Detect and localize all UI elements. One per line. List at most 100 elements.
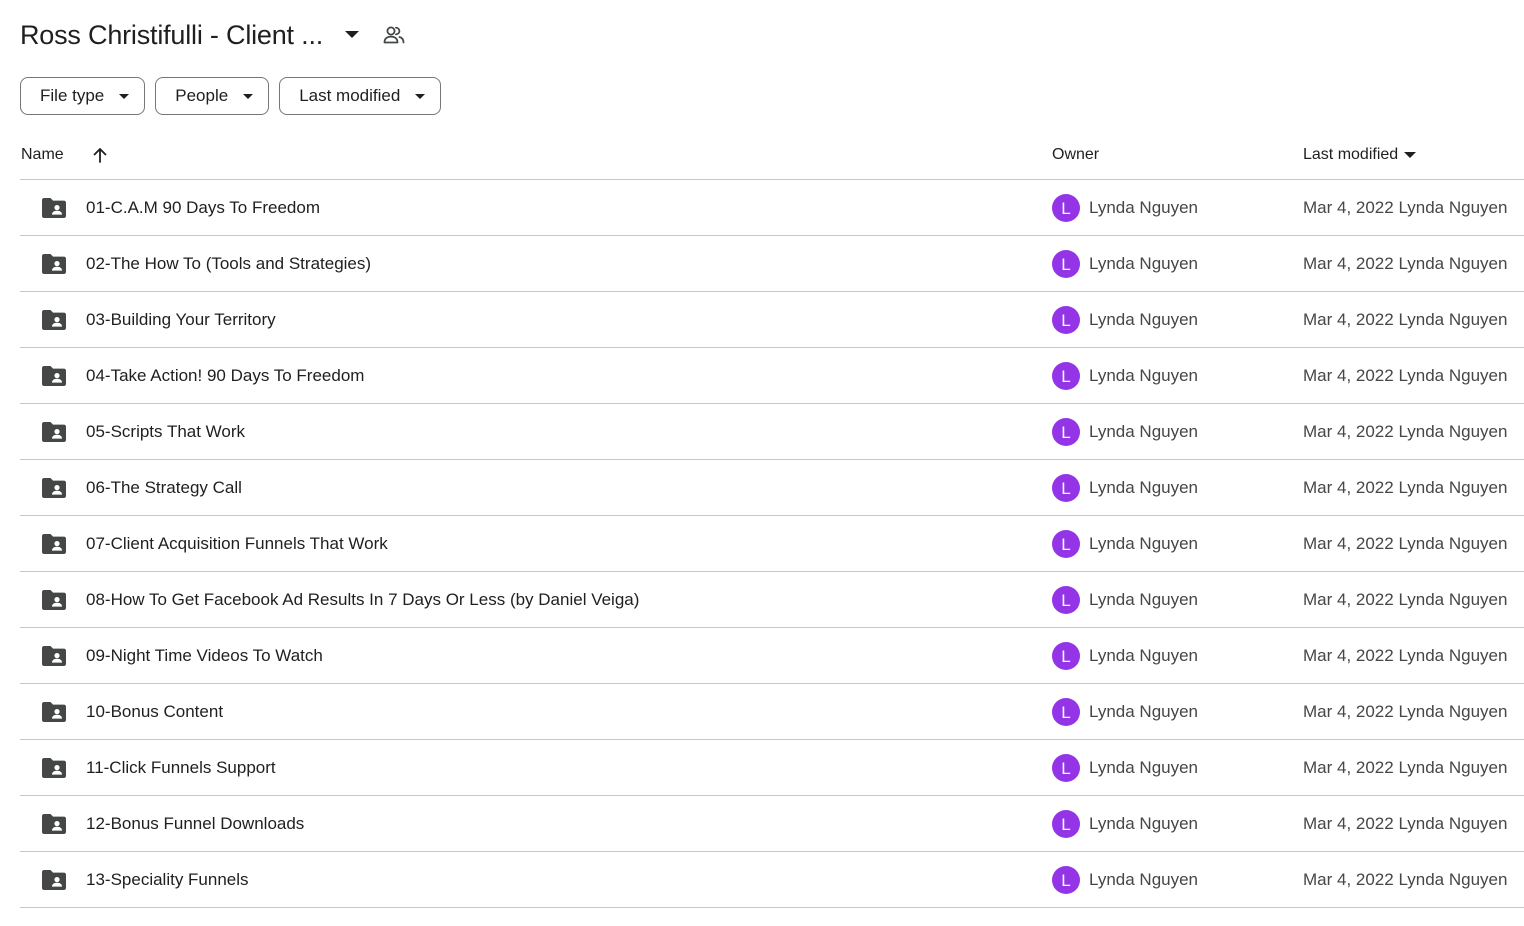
shared-folder-icon xyxy=(41,421,67,443)
folder-name: 01-C.A.M 90 Days To Freedom xyxy=(86,198,320,217)
folder-row[interactable]: 10-Bonus Content L Lynda Nguyen Mar 4, 2… xyxy=(20,684,1524,740)
last-modified-value: Mar 4, 2022 Lynda Nguyen xyxy=(1303,478,1508,497)
arrow-drop-down-icon xyxy=(1404,152,1417,158)
file-rows: 01-C.A.M 90 Days To Freedom L Lynda Nguy… xyxy=(20,180,1524,908)
last-modified-filter-label: Last modified xyxy=(299,86,401,105)
owner-name: Lynda Nguyen xyxy=(1089,646,1199,665)
avatar: L xyxy=(1052,642,1080,670)
last-modified-value: Mar 4, 2022 Lynda Nguyen xyxy=(1303,366,1508,385)
people-filter-label: People xyxy=(175,86,229,105)
folder-row[interactable]: 04-Take Action! 90 Days To Freedom L Lyn… xyxy=(20,348,1524,404)
people-filter[interactable]: People xyxy=(155,77,270,115)
folder-row[interactable]: 01-C.A.M 90 Days To Freedom L Lynda Nguy… xyxy=(20,180,1524,236)
last-modified-value: Mar 4, 2022 Lynda Nguyen xyxy=(1303,758,1508,777)
avatar: L xyxy=(1052,866,1080,894)
folder-name: 08-How To Get Facebook Ad Results In 7 D… xyxy=(86,590,640,609)
drive-folder-view: Ross Christifulli - Client ... File type… xyxy=(0,0,1524,926)
owner-name: Lynda Nguyen xyxy=(1089,422,1199,441)
name-column-header[interactable]: Name xyxy=(21,146,64,164)
folder-name: 03-Building Your Territory xyxy=(86,310,276,329)
chevron-down-icon xyxy=(242,90,254,102)
folder-row[interactable]: 02-The How To (Tools and Strategies) L L… xyxy=(20,236,1524,292)
owner-name: Lynda Nguyen xyxy=(1089,590,1199,609)
owner-name: Lynda Nguyen xyxy=(1089,198,1199,217)
folder-row[interactable]: 06-The Strategy Call L Lynda Nguyen Mar … xyxy=(20,460,1524,516)
last-modified-value: Mar 4, 2022 Lynda Nguyen xyxy=(1303,422,1508,441)
avatar: L xyxy=(1052,250,1080,278)
folder-row[interactable]: 11-Click Funnels Support L Lynda Nguyen … xyxy=(20,740,1524,796)
avatar: L xyxy=(1052,362,1080,390)
avatar: L xyxy=(1052,418,1080,446)
last-modified-value: Mar 4, 2022 Lynda Nguyen xyxy=(1303,534,1508,553)
file-list-header: Name Owner Last modified xyxy=(20,132,1524,180)
last-modified-value: Mar 4, 2022 Lynda Nguyen xyxy=(1303,814,1508,833)
last-modified-filter[interactable]: Last modified xyxy=(279,77,442,115)
shared-folder-icon xyxy=(41,645,67,667)
folder-name: 13-Speciality Funnels xyxy=(86,870,249,889)
folder-header: Ross Christifulli - Client ... xyxy=(20,14,409,56)
last-modified-column-label: Last modified xyxy=(1303,146,1399,163)
shared-folder-icon xyxy=(41,533,67,555)
shared-folder-icon xyxy=(41,869,67,891)
shared-folder-icon xyxy=(41,813,67,835)
shared-folder-icon xyxy=(41,477,67,499)
avatar: L xyxy=(1052,698,1080,726)
owner-column-header: Owner xyxy=(1052,146,1100,163)
folder-row[interactable]: 08-How To Get Facebook Ad Results In 7 D… xyxy=(20,572,1524,628)
avatar: L xyxy=(1052,194,1080,222)
arrow-drop-down-icon[interactable] xyxy=(337,20,367,50)
shared-folder-icon xyxy=(41,589,67,611)
owner-name: Lynda Nguyen xyxy=(1089,478,1199,497)
folder-row[interactable]: 13-Speciality Funnels L Lynda Nguyen Mar… xyxy=(20,852,1524,908)
folder-row[interactable]: 07-Client Acquisition Funnels That Work … xyxy=(20,516,1524,572)
file-type-filter[interactable]: File type xyxy=(20,77,146,115)
last-modified-value: Mar 4, 2022 Lynda Nguyen xyxy=(1303,870,1508,889)
shared-folder-icon xyxy=(41,197,67,219)
file-list: Name Owner Last modified 01-C.A.M 90 Day… xyxy=(20,132,1524,908)
folder-title[interactable]: Ross Christifulli - Client ... xyxy=(20,20,323,51)
folder-name: 11-Click Funnels Support xyxy=(86,758,276,777)
owner-name: Lynda Nguyen xyxy=(1089,758,1199,777)
folder-name: 06-The Strategy Call xyxy=(86,478,242,497)
owner-name: Lynda Nguyen xyxy=(1089,366,1199,385)
folder-row[interactable]: 12-Bonus Funnel Downloads L Lynda Nguyen… xyxy=(20,796,1524,852)
last-modified-value: Mar 4, 2022 Lynda Nguyen xyxy=(1303,590,1508,609)
folder-name: 10-Bonus Content xyxy=(86,702,224,721)
avatar: L xyxy=(1052,754,1080,782)
last-modified-value: Mar 4, 2022 Lynda Nguyen xyxy=(1303,702,1508,721)
shared-folder-icon xyxy=(41,365,67,387)
owner-name: Lynda Nguyen xyxy=(1089,534,1199,553)
filter-chips: File type People Last modified xyxy=(20,77,442,115)
folder-row[interactable]: 03-Building Your Territory L Lynda Nguye… xyxy=(20,292,1524,348)
sort-ascending-arrow-icon[interactable] xyxy=(90,144,110,166)
chevron-down-icon xyxy=(118,90,130,102)
last-modified-value: Mar 4, 2022 Lynda Nguyen xyxy=(1303,646,1508,665)
shared-folder-icon xyxy=(41,701,67,723)
chevron-down-icon xyxy=(414,90,426,102)
avatar: L xyxy=(1052,586,1080,614)
owner-name: Lynda Nguyen xyxy=(1089,870,1199,889)
folder-row[interactable]: 05-Scripts That Work L Lynda Nguyen Mar … xyxy=(20,404,1524,460)
folder-name: 07-Client Acquisition Funnels That Work xyxy=(86,534,388,553)
owner-name: Lynda Nguyen xyxy=(1089,254,1199,273)
folder-name: 09-Night Time Videos To Watch xyxy=(86,646,323,665)
owner-name: Lynda Nguyen xyxy=(1089,310,1199,329)
owner-name: Lynda Nguyen xyxy=(1089,702,1199,721)
shared-folder-icon xyxy=(41,757,67,779)
folder-name: 02-The How To (Tools and Strategies) xyxy=(86,254,372,273)
folder-name: 04-Take Action! 90 Days To Freedom xyxy=(86,366,365,385)
file-type-filter-label: File type xyxy=(40,86,105,105)
last-modified-value: Mar 4, 2022 Lynda Nguyen xyxy=(1303,198,1508,217)
last-modified-column-header[interactable]: Last modified xyxy=(1303,146,1417,164)
folder-row[interactable]: 09-Night Time Videos To Watch L Lynda Ng… xyxy=(20,628,1524,684)
avatar: L xyxy=(1052,474,1080,502)
avatar: L xyxy=(1052,530,1080,558)
shared-people-icon[interactable] xyxy=(379,20,409,50)
folder-name: 12-Bonus Funnel Downloads xyxy=(86,814,305,833)
shared-folder-icon xyxy=(41,253,67,275)
shared-folder-icon xyxy=(41,309,67,331)
last-modified-value: Mar 4, 2022 Lynda Nguyen xyxy=(1303,310,1508,329)
last-modified-value: Mar 4, 2022 Lynda Nguyen xyxy=(1303,254,1508,273)
owner-name: Lynda Nguyen xyxy=(1089,814,1199,833)
avatar: L xyxy=(1052,810,1080,838)
